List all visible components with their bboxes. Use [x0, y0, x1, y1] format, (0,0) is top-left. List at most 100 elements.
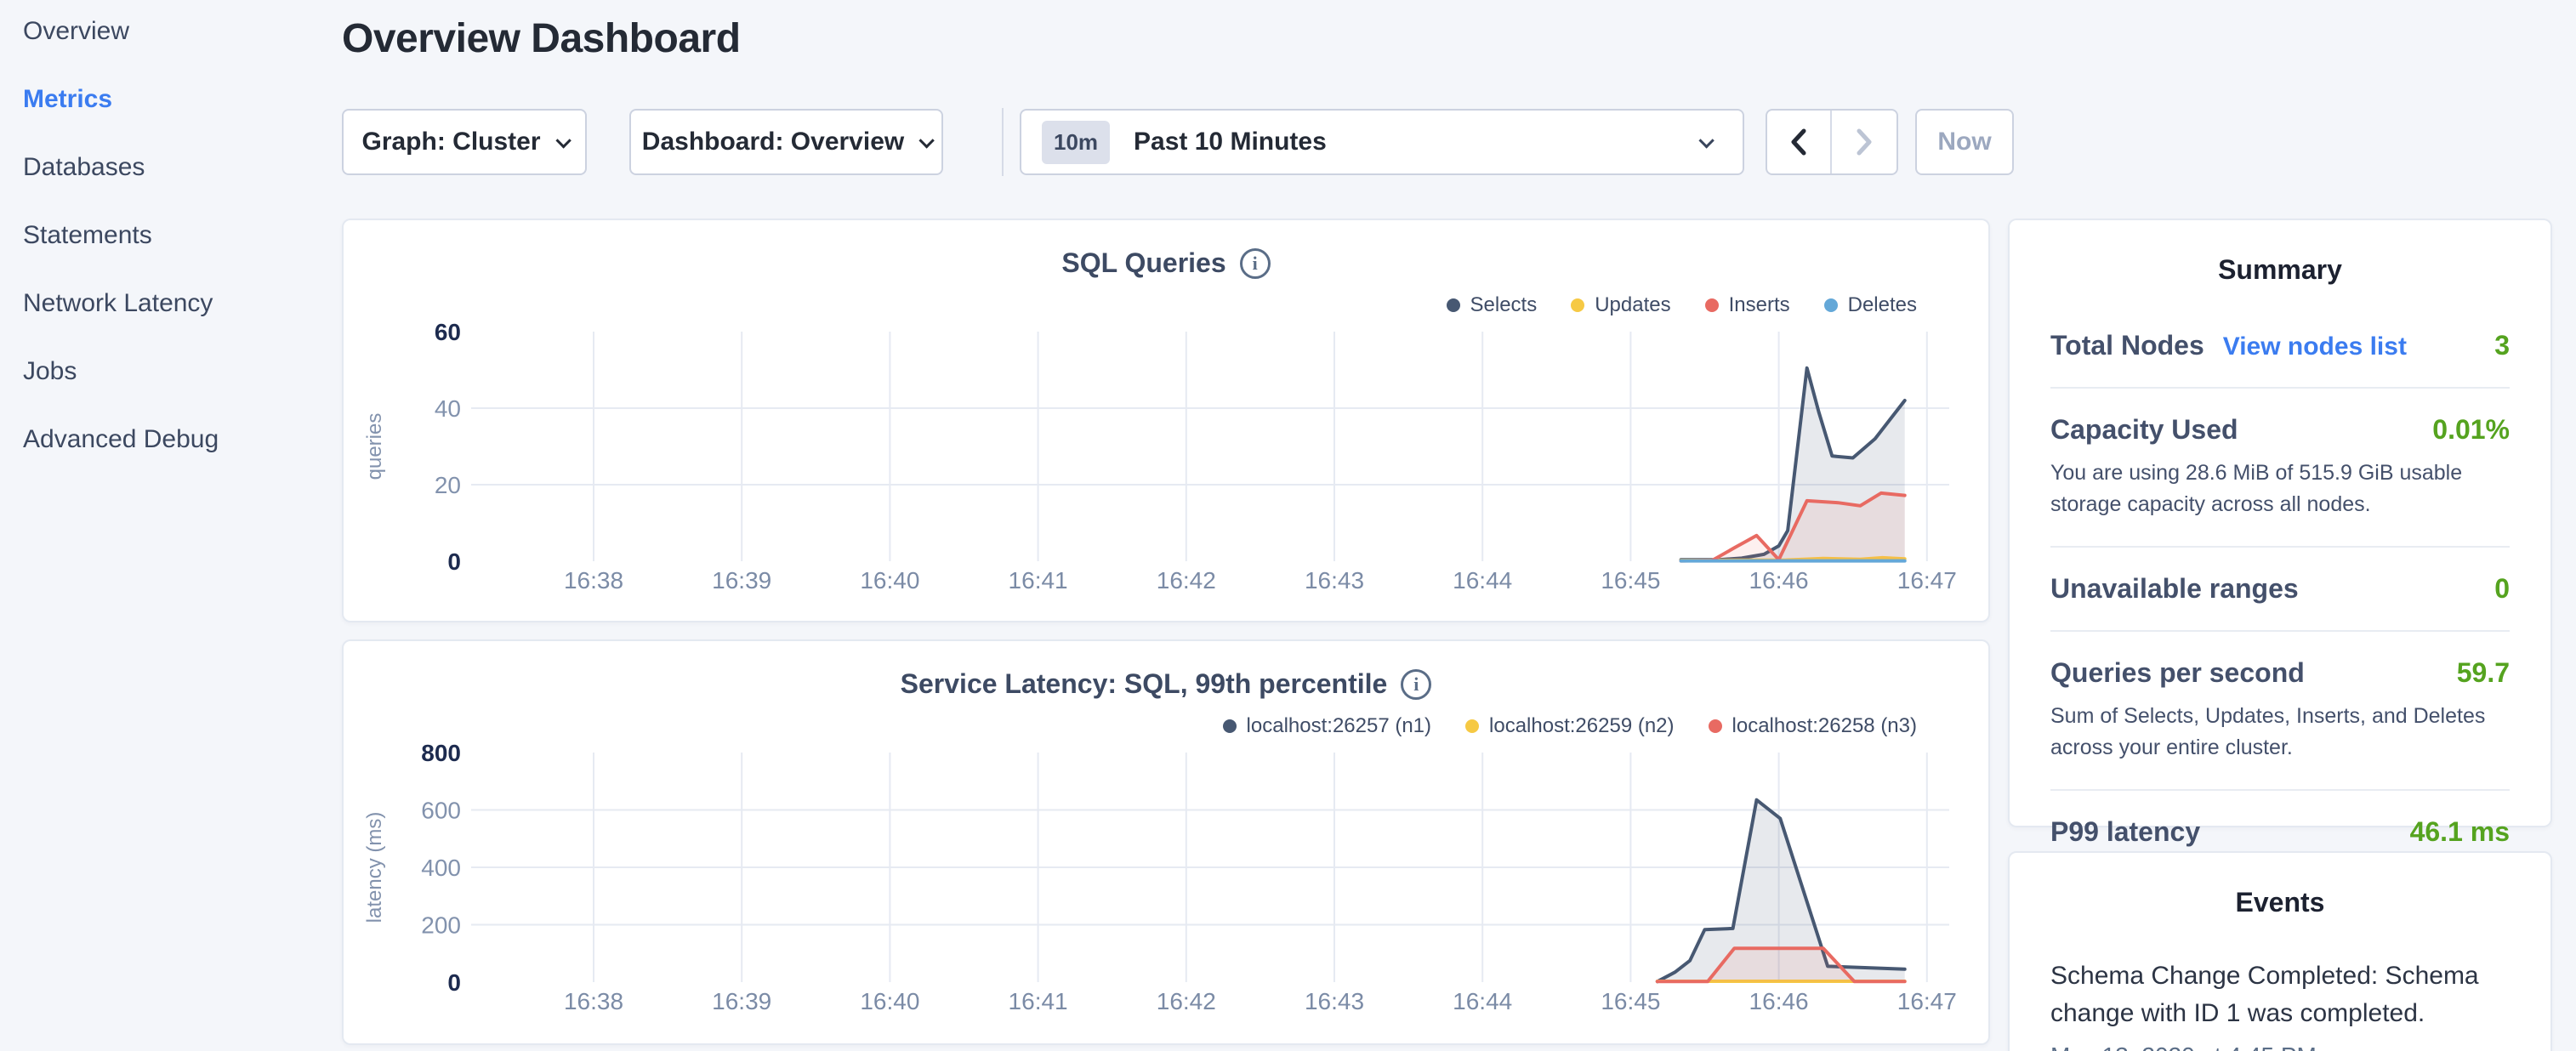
summary-label: P99 latency: [2050, 816, 2200, 848]
legend-item[interactable]: localhost:26257 (n1): [1223, 714, 1431, 738]
sidebar-item-metrics[interactable]: Metrics: [23, 85, 329, 114]
legend-label: Selects: [1470, 293, 1538, 317]
svg-text:800: 800: [421, 741, 461, 766]
page-title: Overview Dashboard: [342, 15, 741, 62]
svg-text:400: 400: [421, 855, 461, 881]
legend-label: localhost:26257 (n1): [1247, 714, 1431, 738]
summary-row-queries-per-second: Queries per second 59.7 Sum of Selects, …: [2050, 632, 2510, 789]
event-timestamp: May 13, 2020 at 4:45 PM: [2050, 1042, 2510, 1051]
chart-title: Service Latency: SQL, 99th percentile: [901, 668, 1388, 700]
next-time-button[interactable]: [1832, 111, 1896, 173]
svg-text:queries: queries: [363, 413, 386, 480]
sidebar-item-network-latency[interactable]: Network Latency: [23, 289, 329, 318]
summary-title: Summary: [2010, 254, 2550, 286]
sidebar: Overview Metrics Databases Statements Ne…: [23, 17, 329, 493]
chevron-right-icon: [1853, 125, 1875, 159]
event-message: Schema Change Completed: Schema change w…: [2050, 957, 2510, 1032]
summary-value: 3: [2494, 330, 2510, 361]
time-range-label: Past 10 Minutes: [1134, 128, 1327, 156]
legend-dot: [1824, 298, 1838, 312]
service-latency-card: Service Latency: SQL, 99th percentile i …: [342, 639, 1990, 1045]
legend-label: Inserts: [1729, 293, 1790, 317]
service-latency-chart[interactable]: 16:3816:3916:4016:4116:4216:4316:4416:45…: [344, 741, 1992, 1047]
event-item[interactable]: Schema Change Completed: Schema change w…: [2050, 957, 2510, 1051]
svg-text:16:42: 16:42: [1157, 567, 1216, 594]
graph-dropdown[interactable]: Graph: Cluster: [342, 109, 587, 175]
sidebar-item-statements[interactable]: Statements: [23, 221, 329, 250]
summary-row-capacity-used: Capacity Used 0.01% You are using 28.6 M…: [2050, 389, 2510, 546]
view-nodes-list-link[interactable]: View nodes list: [2223, 332, 2407, 361]
sidebar-item-jobs[interactable]: Jobs: [23, 357, 329, 386]
dashboard-dropdown[interactable]: Dashboard: Overview: [629, 109, 943, 175]
legend-item[interactable]: Selects: [1447, 293, 1538, 317]
summary-description: You are using 28.6 MiB of 515.9 GiB usab…: [2050, 457, 2510, 520]
chevron-down-icon: [555, 133, 571, 148]
legend-label: Deletes: [1848, 293, 1917, 317]
svg-text:200: 200: [421, 912, 461, 939]
svg-text:16:43: 16:43: [1305, 567, 1364, 594]
legend-item[interactable]: Deletes: [1824, 293, 1917, 317]
chevron-down-icon: [919, 133, 935, 148]
events-panel: Events Schema Change Completed: Schema c…: [2008, 851, 2552, 1051]
legend-item[interactable]: localhost:26259 (n2): [1465, 714, 1674, 738]
time-range-badge: 10m: [1042, 121, 1110, 164]
summary-row-unavailable-ranges: Unavailable ranges 0: [2050, 548, 2510, 630]
svg-text:16:39: 16:39: [712, 567, 771, 594]
controls-divider: [1002, 108, 1004, 176]
svg-text:16:41: 16:41: [1009, 567, 1068, 594]
svg-text:16:45: 16:45: [1601, 988, 1660, 1014]
legend-label: localhost:26258 (n3): [1732, 714, 1917, 738]
legend-dot: [1223, 719, 1237, 733]
events-title: Events: [2010, 887, 2550, 918]
legend-dot: [1705, 298, 1719, 312]
svg-text:20: 20: [435, 472, 461, 498]
svg-text:16:44: 16:44: [1453, 567, 1512, 594]
chart-title: SQL Queries: [1061, 247, 1225, 279]
svg-text:16:47: 16:47: [1897, 567, 1957, 594]
chart-legend: localhost:26257 (n1) localhost:26259 (n2)…: [1223, 714, 1917, 738]
sidebar-item-overview[interactable]: Overview: [23, 17, 329, 46]
sql-queries-chart[interactable]: 16:38 16:39 16:40 16:41 16:42 16:43 16:44 16:45…: [344, 320, 1992, 626]
summary-row-total-nodes: Total Nodes View nodes list 3: [2050, 286, 2510, 387]
svg-text:16:38: 16:38: [564, 988, 623, 1014]
summary-value: 46.1 ms: [2410, 816, 2510, 848]
controls-bar: Graph: Cluster Dashboard: Overview 10m P…: [342, 108, 2014, 176]
summary-label: Total Nodes: [2050, 330, 2204, 361]
legend-item[interactable]: Inserts: [1705, 293, 1790, 317]
svg-text:0: 0: [447, 969, 461, 996]
sidebar-item-advanced-debug[interactable]: Advanced Debug: [23, 425, 329, 454]
summary-label: Unavailable ranges: [2050, 573, 2299, 605]
legend-dot: [1709, 719, 1722, 733]
sql-queries-card: SQL Queries i Selects Updates Inserts Delet…: [342, 219, 1990, 622]
svg-text:16:38: 16:38: [564, 567, 623, 594]
svg-text:16:44: 16:44: [1453, 988, 1512, 1014]
summary-label: Capacity Used: [2050, 414, 2238, 446]
chevron-down-icon: [1698, 133, 1714, 148]
svg-text:16:40: 16:40: [860, 567, 919, 594]
time-range-picker[interactable]: 10m Past 10 Minutes: [1020, 109, 1744, 175]
info-icon[interactable]: i: [1240, 248, 1271, 279]
info-icon[interactable]: i: [1401, 669, 1431, 700]
svg-text:0: 0: [447, 548, 461, 575]
summary-label: Queries per second: [2050, 657, 2305, 689]
chevron-left-icon: [1788, 125, 1810, 159]
summary-panel: Summary Total Nodes View nodes list 3 Ca…: [2008, 219, 2552, 827]
legend-item[interactable]: localhost:26258 (n3): [1709, 714, 1917, 738]
time-step-buttons: [1766, 109, 1898, 175]
prev-time-button[interactable]: [1767, 111, 1832, 173]
legend-label: Updates: [1595, 293, 1670, 317]
svg-text:latency (ms): latency (ms): [363, 812, 386, 923]
svg-text:16:42: 16:42: [1157, 988, 1216, 1014]
summary-value: 0.01%: [2432, 414, 2510, 446]
svg-text:16:39: 16:39: [712, 988, 771, 1014]
dashboard-dropdown-label: Dashboard: Overview: [642, 128, 904, 156]
sidebar-item-databases[interactable]: Databases: [23, 153, 329, 182]
svg-text:40: 40: [435, 395, 461, 422]
graph-dropdown-label: Graph: Cluster: [361, 128, 540, 156]
legend-item[interactable]: Updates: [1571, 293, 1670, 317]
summary-description: Sum of Selects, Updates, Inserts, and De…: [2050, 701, 2510, 764]
legend-dot: [1571, 298, 1584, 312]
now-button[interactable]: Now: [1915, 109, 2014, 175]
svg-text:16:45: 16:45: [1601, 567, 1660, 594]
legend-dot: [1447, 298, 1460, 312]
